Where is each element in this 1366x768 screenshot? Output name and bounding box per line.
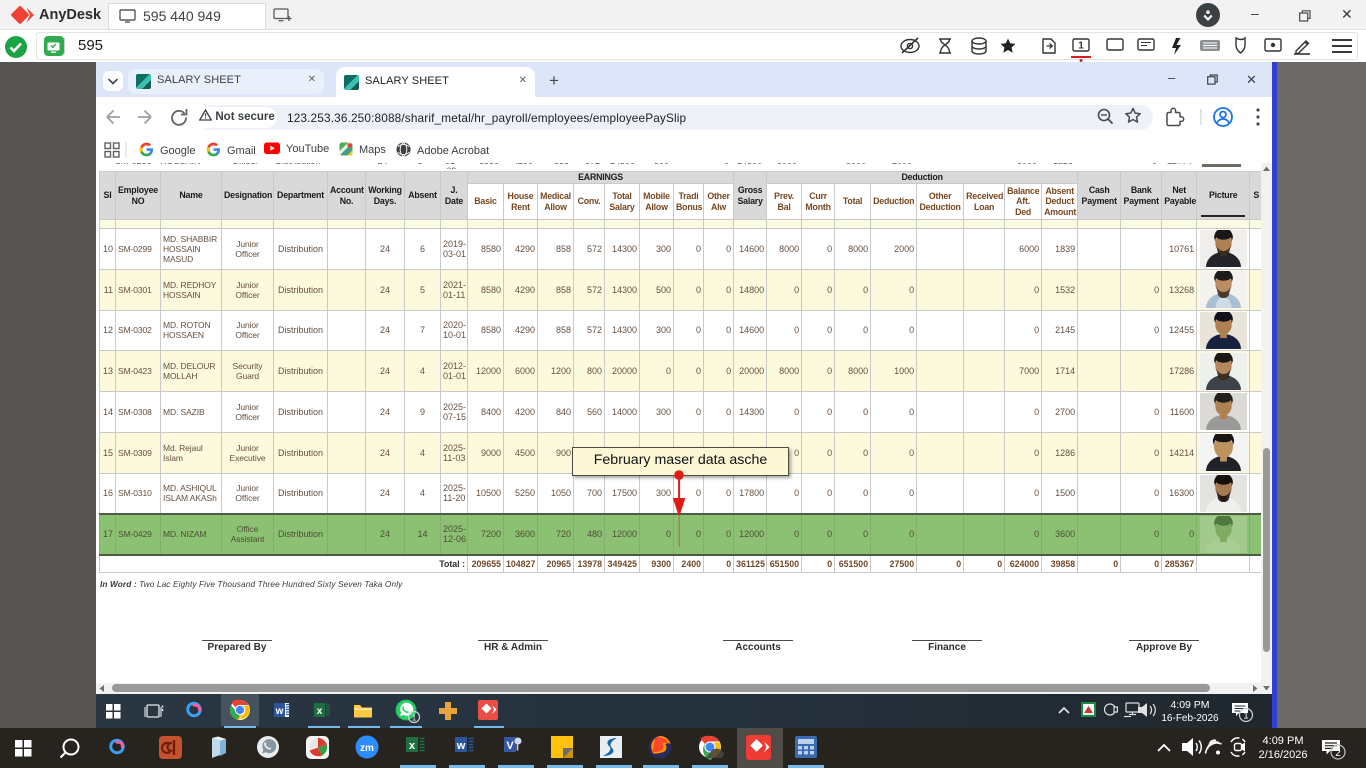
svg-text:2/16/2026: 2/16/2026 xyxy=(1259,749,1308,761)
svg-text:w: w xyxy=(456,740,466,752)
svg-text:4:09 PM: 4:09 PM xyxy=(1170,699,1209,711)
svg-text:1: 1 xyxy=(412,713,417,723)
svg-text:zm: zm xyxy=(360,743,374,754)
svg-text:w: w xyxy=(275,706,284,717)
svg-text:1: 1 xyxy=(1078,41,1084,52)
svg-text:4:09 PM: 4:09 PM xyxy=(1263,735,1304,747)
svg-text:x: x xyxy=(317,706,323,717)
svg-text:x: x xyxy=(409,740,416,752)
svg-text:16-Feb-2026: 16-Feb-2026 xyxy=(1161,713,1219,724)
svg-text:1: 1 xyxy=(1243,711,1248,721)
svg-text:V: V xyxy=(506,740,514,752)
svg-text:2: 2 xyxy=(1335,748,1341,759)
